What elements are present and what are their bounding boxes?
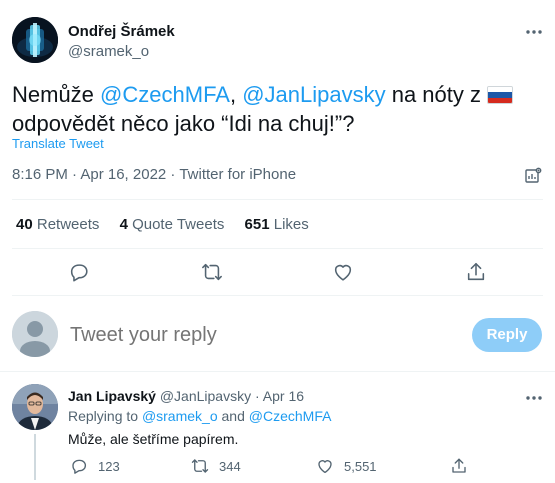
tweet-text-line2: odpovědět něco jako “Idi na chuj!”? [12,111,355,136]
like-icon[interactable] [332,261,354,283]
tweet-timestamp[interactable]: 8:16 PM · Apr 16, 2022 · Twitter for iPh… [12,166,296,183]
reply-like-count: 5,551 [344,458,377,474]
retweets-label: Retweets [36,216,100,233]
share-icon[interactable] [465,261,487,283]
tweet-text-part: Nemůže [12,82,101,107]
reply-author-name[interactable]: Jan Lipavský [68,388,156,404]
more-options-icon[interactable] [522,24,546,40]
mention-janlipavsky[interactable]: @JanLipavsky [242,82,385,107]
reply-more-options-icon[interactable] [522,390,546,406]
divider [0,371,555,372]
current-user-avatar[interactable] [12,311,58,357]
engagement-stats: 40 Retweets 4 Quote Tweets 651 Likes [16,216,325,233]
russia-flag-icon [487,86,514,104]
tweet-text-part: na nóty z [385,82,488,107]
tweet-text: Nemůže @CzechMFA, @JanLipavsky na nóty z… [12,80,532,138]
reply-text: Může, ale šetříme papírem. [68,431,239,447]
reply-input[interactable] [70,324,430,347]
reply-retweet-count: 344 [219,458,241,474]
reply-icon[interactable] [68,261,90,283]
replying-to-label: Replying to [68,408,142,424]
divider [12,199,543,200]
retweet-icon[interactable] [201,261,223,283]
replying-mention-czechmfa[interactable]: @CzechMFA [249,408,332,424]
quote-tweets-stat[interactable]: 4 Quote Tweets [120,216,225,233]
author-name[interactable]: Ondřej Šrámek [68,23,175,40]
translate-tweet-link[interactable]: Translate Tweet [12,136,104,151]
quote-tweets-label: Quote Tweets [132,216,225,233]
replying-to: Replying to @sramek_o and @CzechMFA [68,408,331,424]
reply-reply-count: 123 [98,458,120,474]
like-icon [316,457,334,475]
retweet-icon [191,457,209,475]
likes-label: Likes [273,216,309,233]
reply-button[interactable]: Reply [472,318,542,352]
replying-mention-sramek[interactable]: @sramek_o [142,408,218,424]
reply-author-avatar[interactable] [12,384,58,430]
reply-separator: · [251,388,263,404]
thread-line [34,434,36,480]
divider [12,248,543,249]
mention-czechmfa[interactable]: @CzechMFA [100,82,230,107]
reply-reply-action[interactable]: 123 [70,457,120,475]
reply-share-action[interactable] [450,457,478,475]
author-avatar[interactable] [12,17,58,63]
reply-date[interactable]: Apr 16 [263,388,304,404]
reply-header: Jan Lipavský @JanLipavsky · Apr 16 [68,388,304,404]
retweets-count: 40 [16,216,33,233]
replying-and: and [217,408,249,424]
reply-retweet-action[interactable]: 344 [191,457,241,475]
author-handle[interactable]: @sramek_o [68,43,149,60]
reply-like-action[interactable]: 5,551 [316,457,377,475]
share-icon [450,457,468,475]
tweet-text-part: , [229,82,243,107]
likes-stat[interactable]: 651 Likes [245,216,309,233]
divider [12,295,543,296]
quote-tweets-count: 4 [119,216,128,233]
analytics-icon[interactable] [524,167,542,185]
reply-author-handle[interactable]: @JanLipavsky [160,388,251,404]
retweets-stat[interactable]: 40 Retweets [16,216,99,233]
reply-icon [70,457,88,475]
likes-count: 651 [244,216,270,233]
